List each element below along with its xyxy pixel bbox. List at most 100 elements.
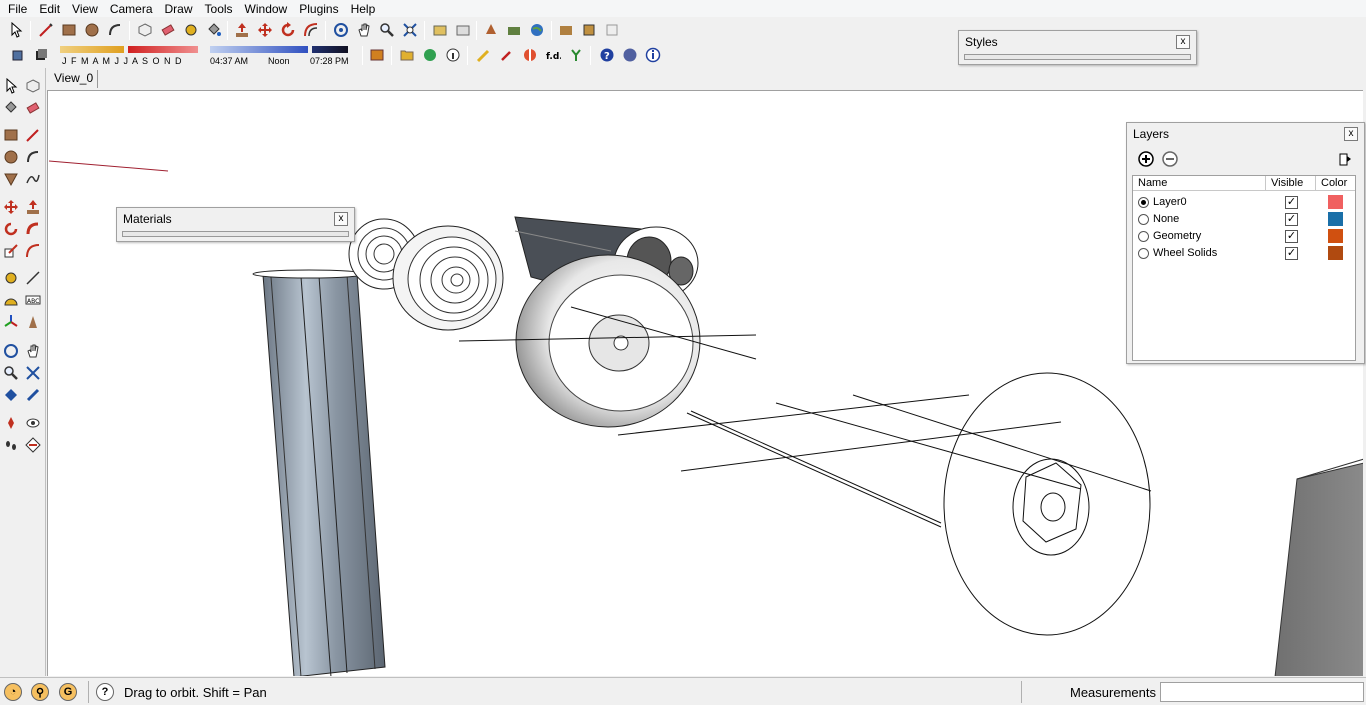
components-icon[interactable]: [579, 20, 599, 40]
col-visible-header[interactable]: Visible: [1266, 176, 1316, 191]
eraser-tool-icon[interactable]: [158, 20, 178, 40]
rectangle-icon[interactable]: [1, 125, 21, 145]
offset-tool-icon[interactable]: [301, 20, 321, 40]
arc-icon[interactable]: [23, 147, 43, 167]
position-camera-icon[interactable]: [1, 413, 21, 433]
axes-icon[interactable]: [1, 312, 21, 332]
layer-visible-checkbox[interactable]: ✓: [1285, 247, 1298, 260]
layer-visible-checkbox[interactable]: ✓: [1285, 213, 1298, 226]
polygon-icon[interactable]: [1, 169, 21, 189]
text-icon[interactable]: ABC: [23, 290, 43, 310]
col-name-header[interactable]: Name: [1133, 176, 1266, 191]
layer-row[interactable]: Geometry ✓: [1133, 228, 1355, 245]
zoom-tool-icon[interactable]: [377, 20, 397, 40]
select-tool-icon[interactable]: [6, 20, 26, 40]
layers-details-icon[interactable]: [1337, 151, 1353, 167]
zoom-extents-icon[interactable]: [400, 20, 420, 40]
menu-tools[interactable]: Tools: [199, 1, 239, 17]
orbit-icon[interactable]: [1, 341, 21, 361]
layer-row[interactable]: Wheel Solids ✓: [1133, 245, 1355, 262]
add-layer-icon[interactable]: [1138, 151, 1154, 167]
extension-icon[interactable]: [602, 20, 622, 40]
shadow-settings-icon[interactable]: [8, 45, 28, 65]
tape-measure-icon[interactable]: [181, 20, 201, 40]
follow-me-icon[interactable]: [23, 219, 43, 239]
orbit-tool-icon[interactable]: [331, 20, 351, 40]
component-icon[interactable]: [23, 76, 43, 96]
toggle-terrain-icon[interactable]: [504, 20, 524, 40]
measurements-input[interactable]: [1160, 682, 1364, 702]
credits-icon[interactable]: ⚲: [31, 683, 49, 701]
get-models-icon[interactable]: [430, 20, 450, 40]
layers-panel[interactable]: Layers x Name Visible Color Layer0 ✓ Non…: [1126, 122, 1365, 364]
layers-close-icon[interactable]: x: [1344, 127, 1358, 141]
materials-close-icon[interactable]: x: [334, 212, 348, 226]
scale-icon[interactable]: [1, 241, 21, 261]
globe-icon[interactable]: [420, 45, 440, 65]
preview-earth-icon[interactable]: [527, 20, 547, 40]
menu-help[interactable]: Help: [345, 1, 382, 17]
plant-icon[interactable]: [566, 45, 586, 65]
paint-bucket-icon[interactable]: [204, 20, 224, 40]
look-around-icon[interactable]: [23, 413, 43, 433]
styles-close-icon[interactable]: x: [1176, 35, 1190, 49]
move-tool-icon[interactable]: [255, 20, 275, 40]
warehouse-icon[interactable]: [556, 20, 576, 40]
protractor-icon[interactable]: [1, 290, 21, 310]
info-tool-icon[interactable]: [443, 45, 463, 65]
instructor-help-icon[interactable]: ?: [96, 683, 114, 701]
menu-window[interactable]: Window: [239, 1, 294, 17]
push-pull-icon[interactable]: [232, 20, 252, 40]
geo-location-icon[interactable]: ◔: [4, 683, 22, 701]
about-icon[interactable]: [643, 45, 663, 65]
date-slider[interactable]: J F M A M J J A S O N D: [60, 44, 204, 66]
line-tool-icon[interactable]: [36, 20, 56, 40]
col-color-header[interactable]: Color: [1316, 176, 1355, 191]
walk-icon[interactable]: [1, 435, 21, 455]
layer-color-swatch[interactable]: [1328, 195, 1343, 209]
share-model-icon[interactable]: [453, 20, 473, 40]
menu-view[interactable]: View: [66, 1, 104, 17]
rotate-icon[interactable]: [1, 219, 21, 239]
previous-view-icon[interactable]: [1, 385, 21, 405]
folder-icon[interactable]: [397, 45, 417, 65]
select-arrow-icon[interactable]: [1, 76, 21, 96]
pencil-icon[interactable]: [474, 45, 494, 65]
next-view-icon[interactable]: [23, 385, 43, 405]
layer-active-radio[interactable]: [1138, 214, 1149, 225]
fd-icon[interactable]: f.d.: [543, 45, 563, 65]
menu-file[interactable]: File: [2, 1, 33, 17]
remove-layer-icon[interactable]: [1162, 151, 1178, 167]
menu-edit[interactable]: Edit: [33, 1, 66, 17]
google-earth-icon[interactable]: [481, 20, 501, 40]
make-component-icon[interactable]: [135, 20, 155, 40]
circle-tool-icon[interactable]: [82, 20, 102, 40]
section-icon[interactable]: [520, 45, 540, 65]
rectangle-tool-icon[interactable]: [59, 20, 79, 40]
styles-panel[interactable]: Styles x: [958, 30, 1197, 65]
pan-tool-icon[interactable]: [354, 20, 374, 40]
freehand-icon[interactable]: [23, 169, 43, 189]
circle-icon[interactable]: [1, 147, 21, 167]
fire-icon[interactable]: [367, 45, 387, 65]
layer-active-radio[interactable]: [1138, 231, 1149, 242]
dimension-icon[interactable]: [23, 268, 43, 288]
3d-text-icon[interactable]: [23, 312, 43, 332]
dropper-icon[interactable]: [497, 45, 517, 65]
materials-panel[interactable]: Materials x: [116, 207, 355, 242]
layer-active-radio[interactable]: [1138, 248, 1149, 259]
display-shadows-icon[interactable]: [31, 45, 51, 65]
time-slider[interactable]: 04:37 AM Noon 07:28 PM: [210, 44, 350, 66]
menu-plugins[interactable]: Plugins: [293, 1, 344, 17]
menu-camera[interactable]: Camera: [104, 1, 159, 17]
tape-icon[interactable]: [1, 268, 21, 288]
arc-tool-icon[interactable]: [105, 20, 125, 40]
layer-row[interactable]: Layer0 ✓: [1133, 194, 1355, 211]
paint-icon[interactable]: [1, 98, 21, 118]
offset-icon[interactable]: [23, 241, 43, 261]
line-icon[interactable]: [23, 125, 43, 145]
hand-pan-icon[interactable]: [23, 341, 43, 361]
layer-color-swatch[interactable]: [1328, 212, 1343, 226]
layer-color-swatch[interactable]: [1328, 229, 1343, 243]
rotate-tool-icon[interactable]: [278, 20, 298, 40]
